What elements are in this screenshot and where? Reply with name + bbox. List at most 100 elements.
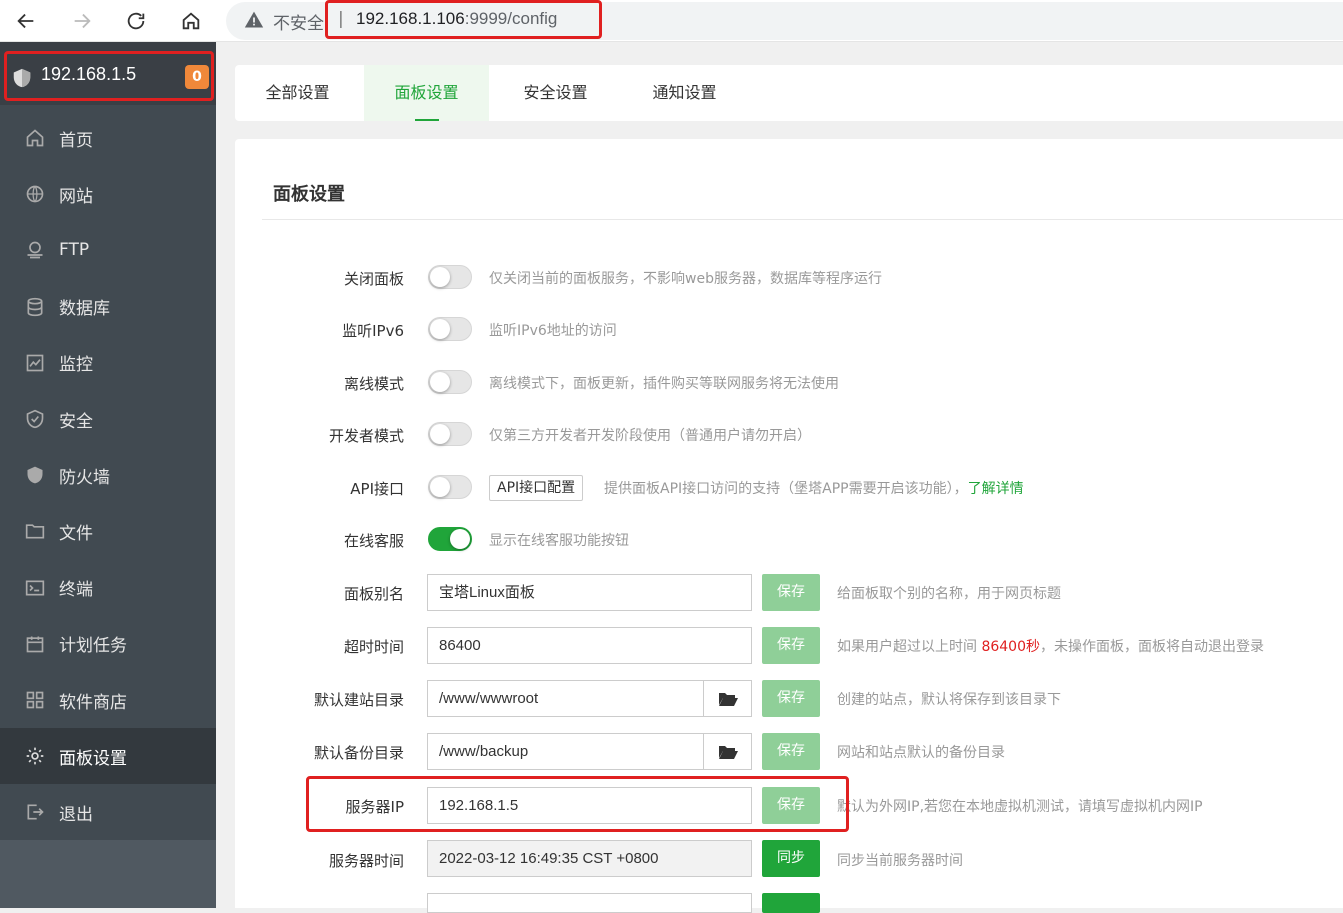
sidebar-item-label: 防火墙 bbox=[59, 467, 110, 488]
folder-open-icon bbox=[718, 745, 738, 759]
folder-open-icon bbox=[718, 692, 738, 706]
developer-mode-hint: 仅第三方开发者开发阶段使用（普通用户请勿开启） bbox=[489, 428, 811, 444]
timeout-hint-post: ，未操作面板，面板将自动退出登录 bbox=[1040, 639, 1264, 655]
home-icon bbox=[24, 127, 46, 149]
sidebar-item-label: 退出 bbox=[59, 804, 93, 825]
backup-dir-label: 默认备份目录 bbox=[313, 744, 404, 762]
tab-active-indicator bbox=[414, 119, 439, 121]
url-host: 192.168.1.106 bbox=[356, 9, 465, 28]
timeout-hint-pre: 如果用户超过以上时间 bbox=[837, 639, 982, 655]
ipv6-label: 监听IPv6 bbox=[342, 322, 404, 340]
back-icon[interactable] bbox=[10, 6, 42, 36]
alias-hint: 给面板取个别的名称，用于网页标题 bbox=[837, 586, 1061, 602]
server-time-hint: 同步当前服务器时间 bbox=[837, 853, 963, 869]
ipv6-hint: 监听IPv6地址的访问 bbox=[489, 323, 617, 339]
sidebar-item-gear[interactable]: 面板设置 bbox=[0, 728, 216, 785]
sidebar-item-firewall[interactable]: 防火墙 bbox=[0, 447, 216, 503]
toggle-knob bbox=[430, 477, 450, 497]
developer-mode-toggle[interactable] bbox=[428, 422, 472, 446]
sidebar-item-label: 数据库 bbox=[59, 299, 110, 320]
sidebar-item-label: 软件商店 bbox=[59, 692, 127, 713]
tab-label: 通知设置 bbox=[652, 83, 717, 102]
server-ip-save-button[interactable]: 保存 bbox=[762, 787, 820, 824]
toggle-knob bbox=[430, 319, 450, 339]
ftp-icon bbox=[24, 239, 46, 261]
sidebar-item-terminal[interactable]: 终端 bbox=[0, 560, 216, 616]
tab-all-settings[interactable]: 全部设置 bbox=[235, 65, 360, 121]
tab-security-settings[interactable]: 安全设置 bbox=[493, 65, 618, 121]
insecure-label[interactable]: 不安全 bbox=[273, 9, 324, 34]
sidebar-item-shield-check[interactable]: 安全 bbox=[0, 391, 216, 447]
developer-mode-label: 开发者模式 bbox=[328, 427, 404, 445]
sidebar-item-home[interactable]: 首页 bbox=[0, 110, 216, 166]
sidebar-item-label: 终端 bbox=[59, 580, 93, 601]
sync-time-button[interactable]: 同步 bbox=[762, 840, 820, 877]
shield-check-icon bbox=[24, 408, 46, 430]
alias-input[interactable]: 宝塔Linux面板 bbox=[427, 574, 752, 611]
sidebar-item-folder[interactable]: 文件 bbox=[0, 503, 216, 559]
alias-save-button[interactable]: 保存 bbox=[762, 574, 820, 611]
forward-icon[interactable] bbox=[66, 6, 98, 36]
sidebar-item-globe[interactable]: 网站 bbox=[0, 166, 216, 222]
toggle-knob bbox=[430, 424, 450, 444]
monitor-icon bbox=[24, 352, 46, 374]
site-dir-input[interactable]: /www/wwwroot bbox=[427, 680, 704, 717]
online-service-hint: 显示在线客服功能按钮 bbox=[489, 533, 629, 549]
sidebar-item-label: 网站 bbox=[59, 186, 93, 207]
url-separator: | bbox=[338, 9, 344, 29]
firewall-icon bbox=[24, 464, 46, 486]
alias-label: 面板别名 bbox=[343, 585, 404, 603]
next-row-input[interactable] bbox=[427, 893, 752, 913]
sidebar-item-label: 监控 bbox=[59, 355, 93, 376]
folder-icon bbox=[24, 520, 46, 542]
backup-dir-folder-button[interactable] bbox=[703, 733, 752, 770]
api-toggle[interactable] bbox=[428, 475, 472, 499]
sidebar-item-apps[interactable]: 软件商店 bbox=[0, 672, 216, 728]
url-path: :9999/config bbox=[464, 9, 558, 28]
sidebar-item-label: 首页 bbox=[59, 130, 93, 151]
online-service-toggle[interactable] bbox=[428, 527, 472, 551]
calendar-icon bbox=[24, 633, 46, 655]
server-ip-input[interactable]: 192.168.1.5 bbox=[427, 787, 752, 824]
api-config-button[interactable]: API接口配置 bbox=[489, 475, 584, 501]
sidebar-server-ip[interactable]: 192.168.1.5 bbox=[41, 64, 136, 85]
tab-panel-settings[interactable]: 面板设置 bbox=[364, 65, 489, 121]
toggle-knob bbox=[450, 529, 470, 549]
backup-dir-save-button[interactable]: 保存 bbox=[762, 733, 820, 770]
backup-dir-input[interactable]: /www/backup bbox=[427, 733, 704, 770]
close-panel-toggle[interactable] bbox=[428, 265, 472, 289]
next-row-button[interactable] bbox=[762, 893, 820, 913]
offline-mode-toggle[interactable] bbox=[428, 370, 472, 394]
online-service-label: 在线客服 bbox=[343, 532, 404, 550]
sidebar-item-database[interactable]: 数据库 bbox=[0, 279, 216, 335]
terminal-icon bbox=[24, 577, 46, 599]
sidebar-item-calendar[interactable]: 计划任务 bbox=[0, 616, 216, 672]
sidebar-item-logout[interactable]: 退出 bbox=[0, 784, 216, 840]
url-text[interactable]: 192.168.1.106:9999/config bbox=[356, 9, 557, 29]
reload-icon[interactable] bbox=[120, 6, 152, 36]
sidebar-item-monitor[interactable]: 监控 bbox=[0, 335, 216, 391]
site-dir-save-button[interactable]: 保存 bbox=[762, 680, 820, 717]
gear-icon bbox=[24, 745, 46, 767]
offline-mode-label: 离线模式 bbox=[343, 375, 404, 393]
offline-mode-hint: 离线模式下，面板更新，插件购买等联网服务将无法使用 bbox=[489, 376, 839, 392]
card-title: 面板设置 bbox=[273, 184, 345, 205]
sidebar: 192.168.1.5 0 首页网站 FTP 数据库监控安全防火墙文件终端计划任务软… bbox=[0, 42, 216, 908]
title-divider bbox=[262, 219, 1343, 220]
sidebar-item-label: 安全 bbox=[59, 411, 93, 432]
timeout-input[interactable]: 86400 bbox=[427, 627, 752, 664]
site-dir-label: 默认建站目录 bbox=[313, 691, 404, 709]
sidebar-item-ftp[interactable]: FTP bbox=[0, 222, 216, 278]
site-dir-folder-button[interactable] bbox=[703, 680, 752, 717]
warning-icon[interactable] bbox=[244, 10, 264, 30]
home-page-icon[interactable] bbox=[175, 6, 207, 36]
notification-badge[interactable]: 0 bbox=[185, 65, 209, 89]
close-panel-hint: 仅关闭当前的面板服务，不影响web服务器，数据库等程序运行 bbox=[489, 271, 882, 287]
timeout-save-button[interactable]: 保存 bbox=[762, 627, 820, 664]
sidebar-item-label: 计划任务 bbox=[59, 636, 127, 657]
ipv6-toggle[interactable] bbox=[428, 317, 472, 341]
learn-more-link[interactable]: 了解详情 bbox=[968, 481, 1024, 497]
timeout-hint-value: 86400秒 bbox=[981, 639, 1040, 655]
server-ip-label: 服务器IP bbox=[345, 798, 404, 816]
tab-notification-settings[interactable]: 通知设置 bbox=[622, 65, 747, 121]
